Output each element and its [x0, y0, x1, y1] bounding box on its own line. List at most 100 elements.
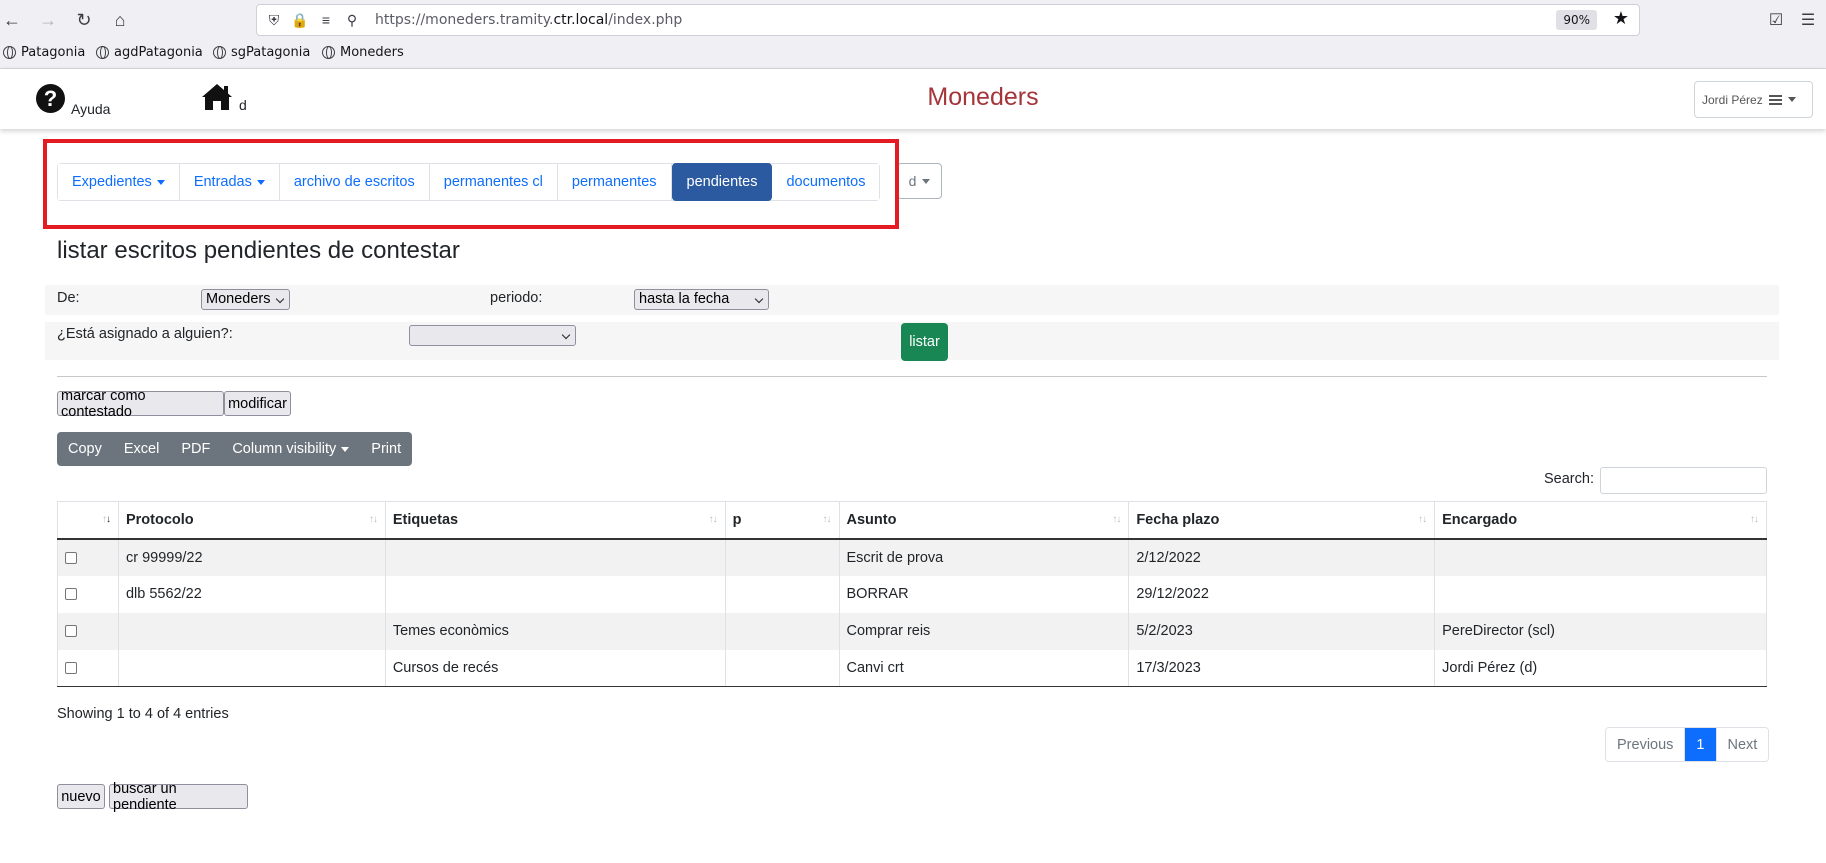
row-select-cell	[57, 575, 119, 613]
sort-icon: ↑↓	[368, 514, 378, 525]
pdf-button[interactable]: PDF	[170, 441, 221, 457]
globe-icon	[213, 46, 226, 59]
pagination: Previous 1 Next	[1605, 727, 1770, 762]
key-icon[interactable]: ⚲	[343, 11, 361, 29]
fecha-plazo-cell: 2/12/2022	[1128, 538, 1436, 576]
permissions-icon[interactable]: ≡	[317, 11, 335, 29]
buscar-pendiente-button[interactable]: buscar un pendiente	[109, 781, 248, 813]
asunto-cell: Canvi crt	[838, 649, 1130, 687]
hamburger-icon	[1768, 93, 1782, 107]
menu-icon[interactable]: ☰	[1796, 8, 1820, 32]
bookmark-patagonia[interactable]: Patagonia	[3, 45, 85, 60]
globe-icon	[96, 46, 109, 59]
back-icon[interactable]: ←	[0, 8, 24, 32]
table-row: Cursos de recés Canvi crt 17/3/2023 Jord…	[57, 649, 1767, 687]
asignado-label: ¿Está asignado a alguien?:	[57, 326, 233, 342]
menu-d-dropdown[interactable]: d	[897, 163, 942, 199]
fecha-plazo-cell: 5/2/2023	[1128, 612, 1436, 650]
column-visibility-button[interactable]: Column visibility	[221, 441, 360, 457]
bookmark-agdpatagonia[interactable]: agdPatagonia	[96, 45, 203, 60]
column-header-select[interactable]: ↑↓	[57, 501, 119, 540]
row-checkbox[interactable]	[65, 551, 77, 564]
etiquetas-cell	[384, 538, 726, 576]
de-label: De:	[57, 290, 80, 306]
column-header-asunto[interactable]: Asunto ↑↓	[838, 501, 1130, 540]
table-row: dlb 5562/22 BORRAR 29/12/2022	[57, 575, 1767, 613]
encargado-cell	[1434, 575, 1767, 613]
bookmark-star-icon[interactable]: ★	[1613, 8, 1629, 29]
column-header-encargado[interactable]: Encargado ↑↓	[1434, 501, 1767, 540]
chevron-down-icon	[561, 330, 571, 340]
protocolo-cell: cr 99999/22	[117, 538, 386, 576]
shield-icon[interactable]: ⛨	[265, 11, 283, 29]
url-bar[interactable]: ⛨ 🔒 ≡ ⚲ https://moneders.tramity.ctr.loc…	[256, 4, 1640, 36]
row-checkbox[interactable]	[65, 661, 77, 674]
user-menu-button[interactable]: Jordi Pérez	[1694, 81, 1813, 118]
globe-icon	[322, 46, 335, 59]
p-cell	[724, 649, 840, 687]
row-select-cell	[57, 612, 119, 650]
bookmark-sgpatagonia[interactable]: sgPatagonia	[213, 45, 310, 60]
row-checkbox[interactable]	[65, 588, 77, 601]
encargado-cell: Jordi Pérez (d)	[1434, 649, 1767, 687]
sort-icon: ↑↓	[1750, 514, 1759, 525]
marcar-contestado-button[interactable]: marcar como contestado	[57, 388, 224, 420]
home-icon[interactable]: ⌂	[108, 8, 132, 32]
search-label: Search:	[1544, 471, 1594, 487]
url-text[interactable]: https://moneders.tramity.ctr.local/index…	[375, 12, 682, 28]
user-name: Jordi Pérez	[1702, 92, 1763, 107]
p-cell	[724, 575, 840, 613]
table-header-row: ↑↓ Protocolo ↑↓ Etiquetas ↑↓ p ↑↓ Asunto ↑↓ …	[57, 501, 1767, 540]
print-button[interactable]: Print	[360, 441, 412, 457]
etiquetas-cell: Cursos de recés	[384, 649, 726, 687]
chevron-down-icon	[275, 294, 285, 304]
search-input[interactable]	[1600, 467, 1767, 494]
filter-row-origin: De: Moneders periodo: hasta la fecha	[45, 285, 1779, 315]
next-page-button[interactable]: Next	[1716, 728, 1769, 761]
row-select-cell	[57, 538, 119, 576]
protocolo-cell: dlb 5562/22	[117, 575, 386, 613]
asunto-cell: Escrit de prova	[838, 538, 1130, 576]
etiquetas-cell	[384, 575, 726, 613]
column-header-p[interactable]: p ↑↓	[724, 501, 840, 540]
asunto-cell: BORRAR	[838, 575, 1130, 613]
app-header: ? Ayuda d Moneders Jordi Pérez	[0, 69, 1826, 129]
globe-icon	[3, 46, 16, 59]
sort-icon: ↑↓	[1112, 514, 1121, 525]
modificar-button[interactable]: modificar	[224, 391, 291, 416]
column-header-etiquetas[interactable]: Etiquetas ↑↓	[384, 501, 726, 540]
fecha-plazo-cell: 29/12/2022	[1128, 575, 1436, 613]
previous-page-button[interactable]: Previous	[1606, 728, 1686, 761]
encargado-cell: PereDirector (scl)	[1434, 612, 1767, 650]
export-buttons: Copy Excel PDF Column visibility Print	[57, 432, 413, 466]
row-checkbox[interactable]	[65, 625, 77, 638]
p-cell	[724, 538, 840, 576]
protocolo-cell	[117, 612, 386, 650]
caret-down-icon	[1787, 97, 1796, 102]
p-cell	[724, 612, 840, 650]
table-row: Temes econòmics Comprar reis 5/2/2023 Pe…	[57, 612, 1767, 650]
column-header-protocolo[interactable]: Protocolo ↑↓	[117, 501, 386, 540]
bookmark-moneders[interactable]: Moneders	[322, 45, 404, 60]
etiquetas-cell: Temes econòmics	[384, 612, 726, 650]
periodo-label: periodo:	[490, 290, 543, 306]
lock-icon[interactable]: 🔒	[291, 11, 309, 29]
excel-button[interactable]: Excel	[113, 441, 170, 457]
copy-button[interactable]: Copy	[57, 441, 113, 457]
page-1-button[interactable]: 1	[1685, 728, 1717, 761]
asignado-select[interactable]	[409, 325, 576, 346]
periodo-select[interactable]: hasta la fecha	[634, 289, 769, 310]
forward-icon[interactable]: →	[36, 8, 60, 32]
caret-down-icon	[922, 178, 931, 184]
sort-icon: ↑↓	[708, 514, 718, 525]
reload-icon[interactable]: ↻	[72, 8, 96, 32]
pocket-icon[interactable]: ☑	[1764, 8, 1788, 32]
protocolo-cell	[117, 649, 386, 687]
app-title: Moneders	[927, 83, 1039, 111]
listar-button[interactable]: listar	[901, 323, 948, 361]
zoom-level[interactable]: 90%	[1556, 10, 1597, 30]
de-select[interactable]: Moneders	[201, 289, 290, 310]
table-row: cr 99999/22 Escrit de prova 2/12/2022	[57, 538, 1767, 576]
column-header-fecha-plazo[interactable]: Fecha plazo ↑↓	[1128, 501, 1436, 540]
nuevo-button[interactable]: nuevo	[57, 784, 105, 809]
